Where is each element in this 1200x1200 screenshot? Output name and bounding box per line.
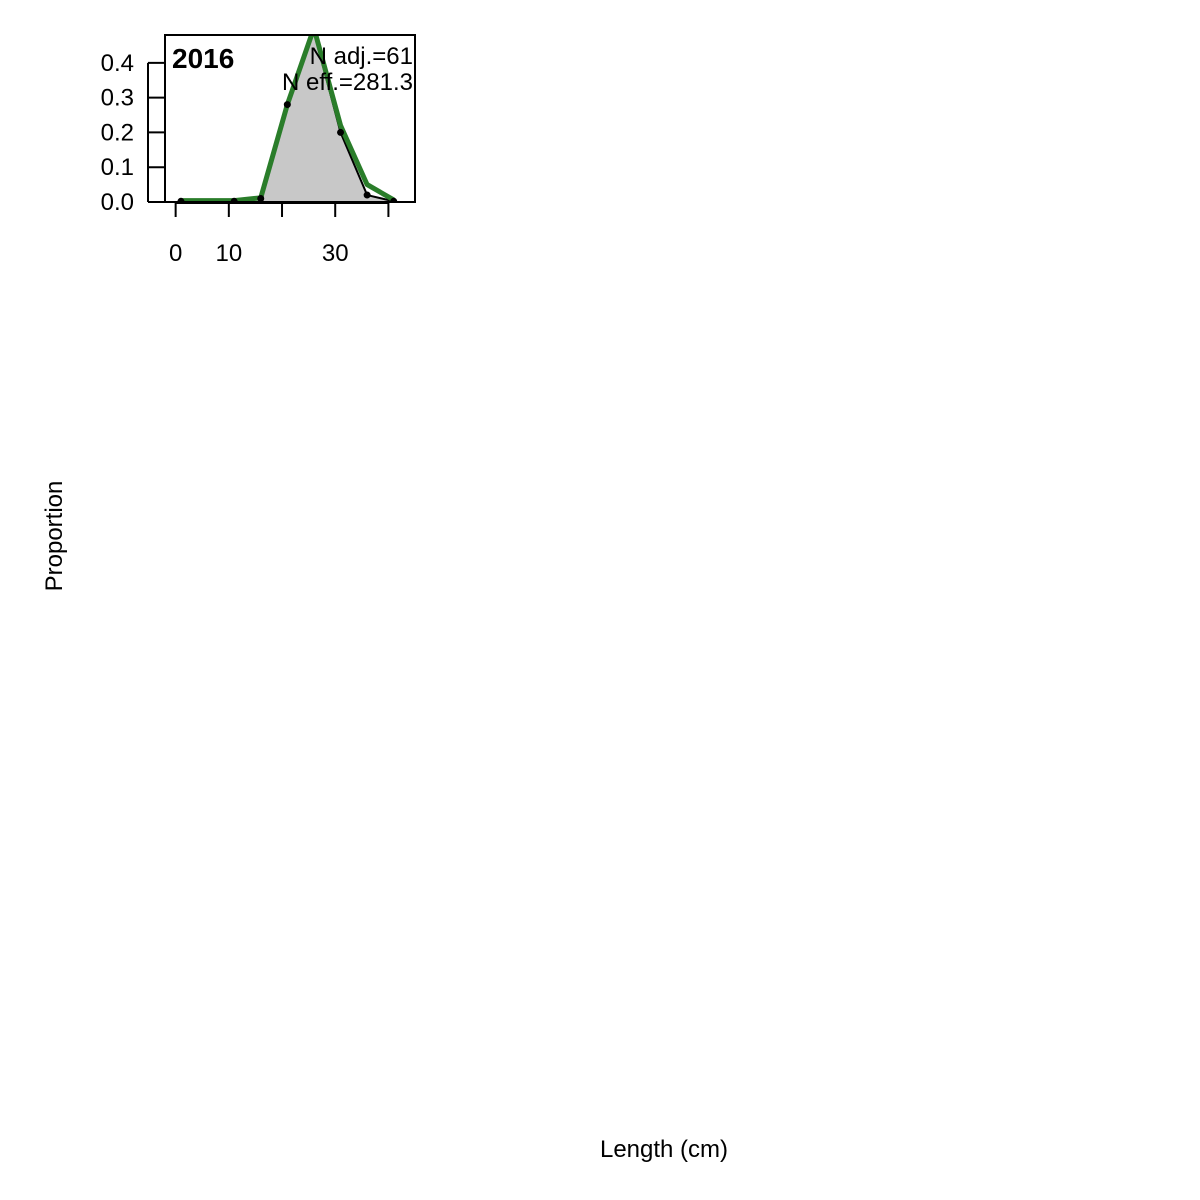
x-axis: 0 10 30	[169, 202, 390, 267]
observed-point	[337, 128, 345, 136]
y-tick-label: 0.3	[101, 85, 134, 112]
panel-label: 2016	[172, 43, 234, 74]
observed-point	[257, 195, 265, 202]
x-tick-label: 30	[322, 240, 349, 267]
n-adj-annotation: N adj.=61	[310, 43, 413, 70]
y-axis-title: Proportion	[41, 481, 68, 592]
x-axis-title: Length (cm)	[600, 1136, 728, 1163]
observed-point	[313, 35, 315, 36]
length-composition-chart: 0.0 0.1 0.2 0.3 0.4 0 10 30 2016 N adj.=61 N e…	[41, 34, 728, 1163]
y-axis: 0.0 0.1 0.2 0.3 0.4	[101, 50, 165, 216]
observed-point	[363, 191, 371, 199]
x-tick-label: 10	[215, 240, 242, 267]
y-tick-label: 0.4	[101, 50, 134, 77]
y-tick-label: 0.2	[101, 119, 134, 146]
observed-point	[283, 101, 291, 109]
y-tick-label: 0.1	[101, 154, 134, 181]
y-tick-label: 0.0	[101, 189, 134, 216]
n-eff-annotation: N eff.=281.3	[282, 69, 413, 96]
x-tick-label: 0	[169, 240, 182, 267]
